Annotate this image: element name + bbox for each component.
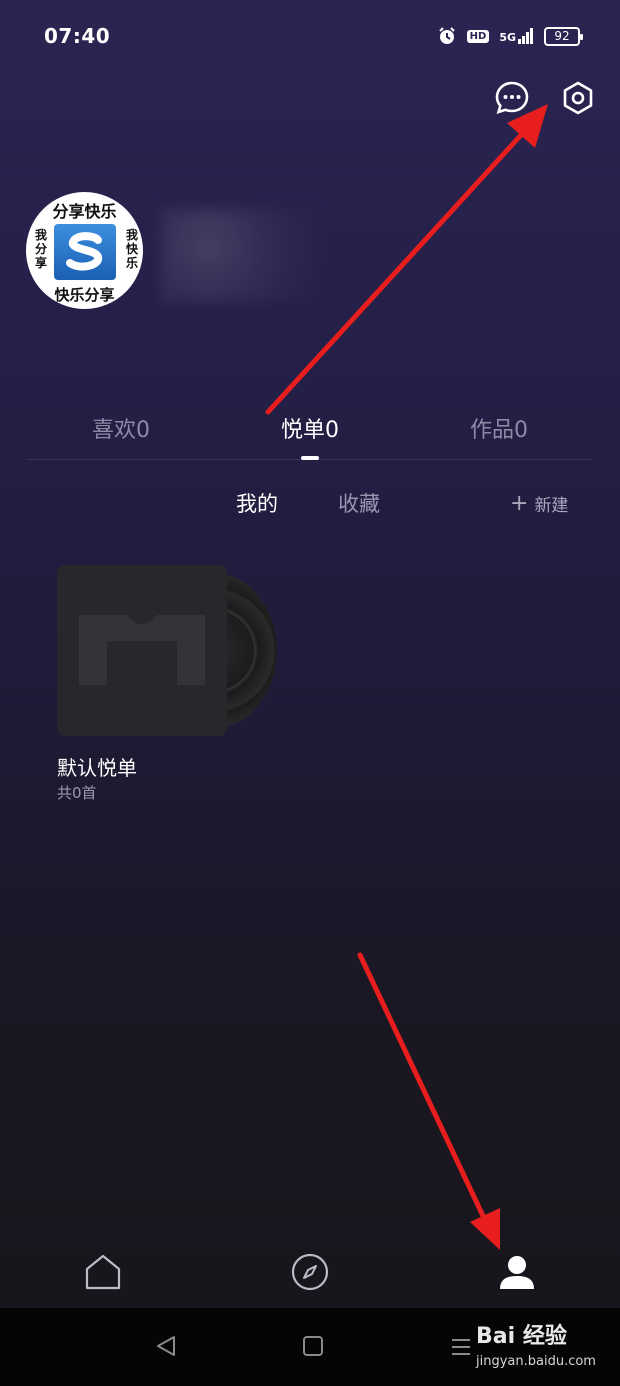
chat-bubble-icon[interactable] (494, 80, 530, 116)
plus-icon: + (510, 490, 529, 516)
tab-likes[interactable]: 喜欢0 (41, 412, 201, 444)
playlist-title: 默认悦单 (57, 756, 137, 780)
network-label: 5G (499, 31, 516, 44)
person-icon[interactable] (497, 1252, 537, 1292)
m-logo-icon (79, 615, 205, 685)
s-logo-icon (54, 224, 116, 280)
blurred-username (160, 208, 320, 303)
new-playlist-label: 新建 (534, 496, 569, 516)
playlist-cover (57, 565, 227, 736)
app-screen: 07:40 HD 5G 92 分享快乐 我分享 我 快 乐 快乐分享 喜欢0 悦… (0, 0, 620, 1308)
hd-icon: HD (466, 29, 490, 43)
watermark-url: jingyan.baidu.com (476, 1354, 596, 1369)
new-playlist-button[interactable]: + 新建 (510, 491, 568, 516)
system-nav-bar: Bai 经验 jingyan.baidu.com (0, 1308, 620, 1386)
status-icons: HD 5G 92 (437, 26, 583, 46)
status-time: 07:40 (44, 24, 111, 48)
back-icon[interactable] (154, 1334, 178, 1358)
menu-icon[interactable] (450, 1336, 472, 1358)
subtab-favorites[interactable]: 收藏 (338, 488, 380, 518)
subtab-mine[interactable]: 我的 (236, 488, 278, 518)
tab-playlists[interactable]: 悦单0 (230, 412, 390, 444)
tab-indicator (301, 456, 319, 460)
avatar-text-top: 分享快乐 (52, 202, 117, 221)
settings-ring-icon[interactable] (560, 80, 596, 116)
alarm-icon (438, 27, 455, 44)
home-icon[interactable] (83, 1252, 123, 1292)
tab-works[interactable]: 作品0 (419, 412, 579, 444)
avatar-text-left: 我分享 (34, 228, 47, 270)
compass-icon[interactable] (290, 1252, 330, 1292)
playlist-count: 共0首 (57, 784, 97, 802)
avatar-text-right: 我快乐 (125, 228, 138, 270)
square-home-icon[interactable] (302, 1335, 324, 1357)
battery-icon: 92 (544, 26, 583, 46)
avatar-text-bottom: 快乐分享 (54, 286, 115, 304)
signal-icon: 5G (499, 28, 534, 44)
avatar[interactable]: 分享快乐 我分享 我快乐 快乐分享 (26, 192, 143, 309)
watermark-logo: Bai 经验 (476, 1324, 567, 1349)
